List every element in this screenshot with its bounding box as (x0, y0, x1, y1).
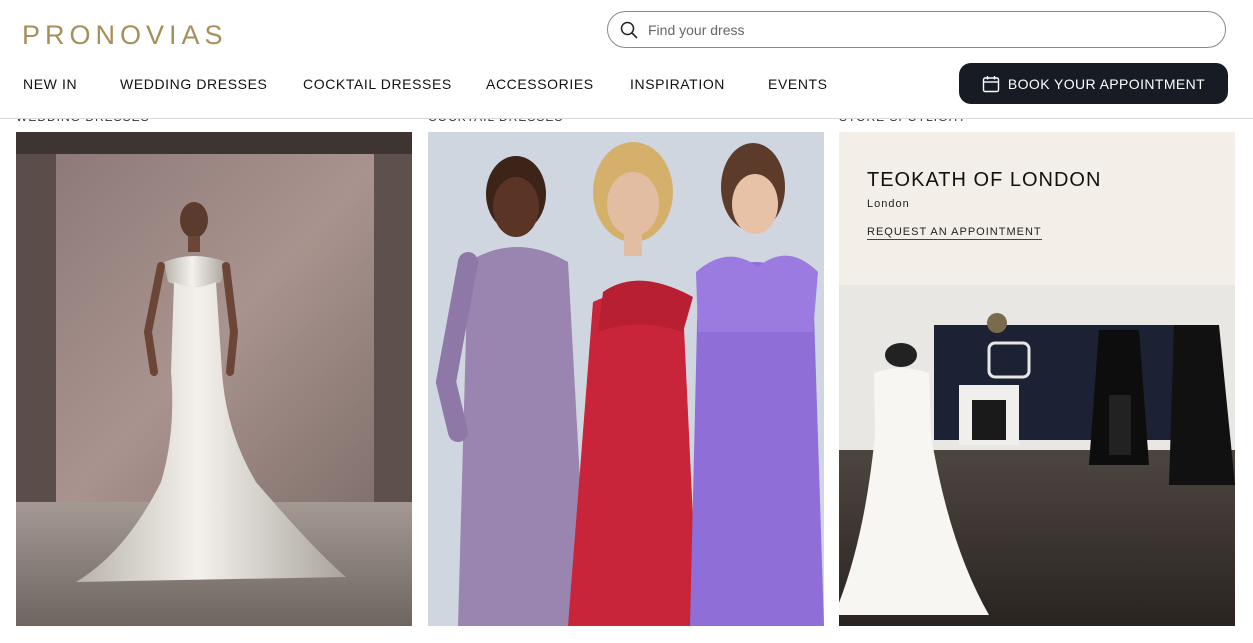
book-appointment-label: BOOK YOUR APPOINTMENT (1007, 75, 1206, 92)
nav-cocktail-dresses[interactable]: COCKTAIL DRESSES (303, 76, 452, 92)
store-city: London (867, 198, 910, 210)
cocktail-dresses-card[interactable] (428, 132, 824, 626)
three-models-in-cocktail-dresses-photo[interactable] (428, 132, 824, 626)
search-bar[interactable] (607, 11, 1226, 48)
search-icon[interactable] (620, 21, 638, 39)
wedding-dresses-card[interactable] (16, 132, 412, 626)
nav-new-in[interactable]: NEW IN (23, 76, 77, 92)
nav-events[interactable]: EVENTS (768, 76, 828, 92)
nav-wedding-dresses[interactable]: WEDDING DRESSES (120, 76, 267, 92)
bride-in-satin-mermaid-gown-photo[interactable] (16, 132, 412, 626)
search-input[interactable] (646, 20, 1190, 39)
calendar-icon (982, 75, 1000, 92)
store-name: TEOKATH OF LONDON (867, 169, 1102, 191)
site-header: PRONOVIAS NEW IN WEDDING DRESSES COCKTAI… (0, 0, 1253, 119)
book-appointment-button[interactable]: BOOK YOUR APPOINTMENT (959, 63, 1228, 104)
pronovias-logo[interactable]: PRONOVIAS (22, 20, 228, 51)
bridal-boutique-interior-photo[interactable] (839, 285, 1235, 626)
store-info: TEOKATH OF LONDON London REQUEST AN APPO… (839, 132, 1235, 285)
nav-inspiration[interactable]: INSPIRATION (630, 76, 725, 92)
request-appointment-link[interactable]: REQUEST AN APPOINTMENT (867, 226, 1042, 240)
nav-accessories[interactable]: ACCESSORIES (486, 76, 594, 92)
store-spotlight-card: TEOKATH OF LONDON London REQUEST AN APPO… (839, 132, 1235, 626)
